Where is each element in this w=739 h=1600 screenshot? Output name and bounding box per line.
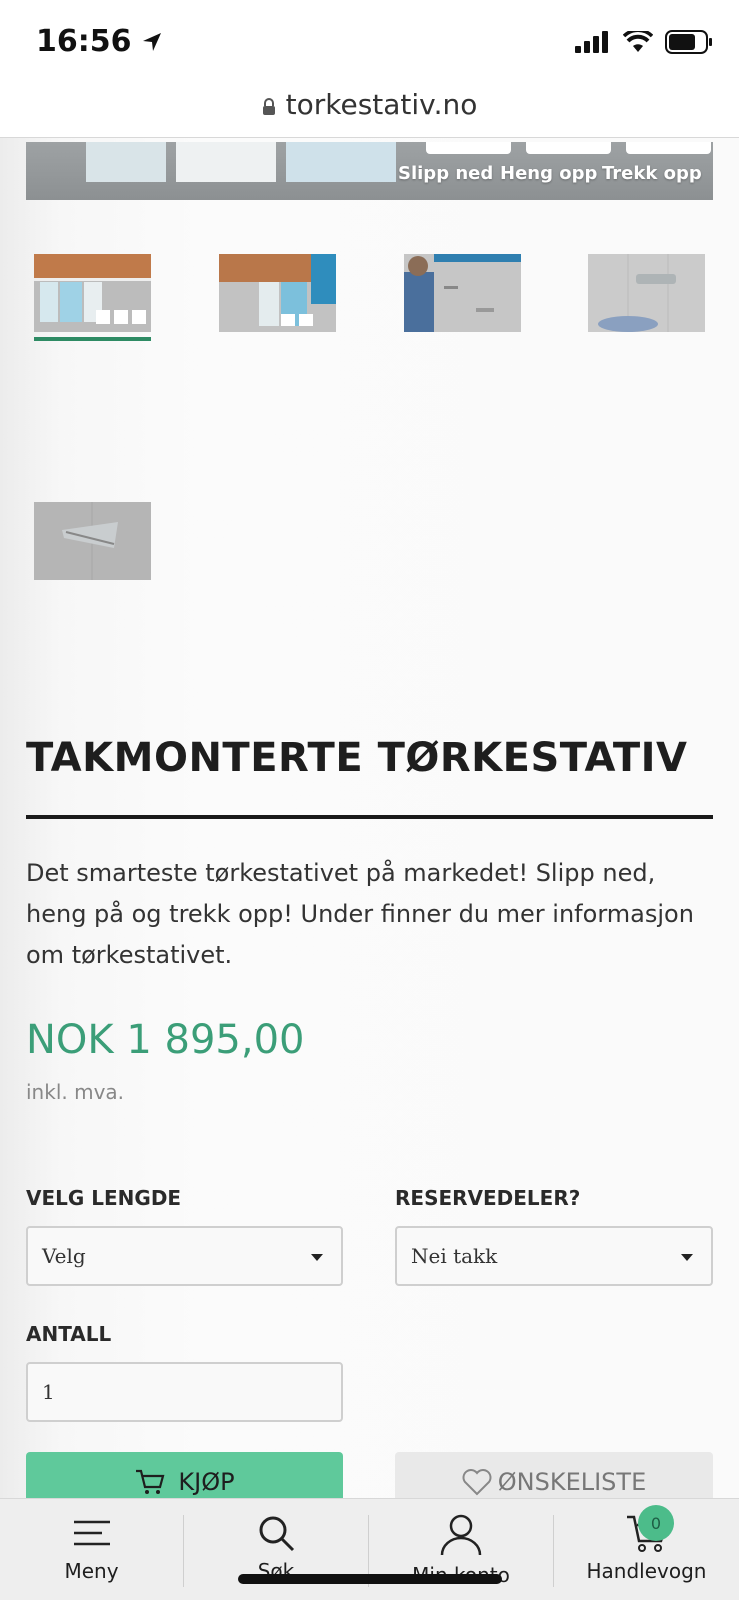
product-description: Det smarteste tørkestativet på markedet!… [26,859,694,969]
status-bar: 16:56 [0,0,739,88]
nav-search[interactable]: Søk [184,1499,368,1600]
thumbnail-2[interactable] [219,254,336,332]
signal-icon [575,31,608,53]
product-title: TAKMONTERTE TØRKESTATIV [26,735,688,781]
hero-image: Slipp ned Heng opp Trekk opp [26,142,713,200]
quantity-field[interactable]: 1 [26,1362,343,1422]
product-price: NOK 1 895,00 [26,1017,305,1063]
status-icons [575,30,713,54]
quantity-label: ANTALL [26,1322,112,1346]
length-select[interactable]: Velg [26,1226,343,1286]
parts-label: RESERVEDELER? [395,1186,581,1210]
quantity-value: 1 [42,1380,55,1404]
hero-tag-drop: Slipp ned [398,163,494,184]
cart-icon [136,1469,165,1494]
wishlist-label: ØNSKELISTE [497,1468,647,1496]
nav-account[interactable]: Min konto [369,1499,553,1600]
nav-menu-label: Meny [64,1559,119,1583]
heart-icon [462,1469,492,1496]
length-label: VELG LENGDE [26,1186,182,1210]
thumbnail-4[interactable] [588,254,705,332]
hero-cloth [286,142,396,182]
user-icon [440,1514,482,1556]
thumbnail-1[interactable] [34,254,151,332]
hero-cloth [176,142,276,182]
nav-menu[interactable]: Meny [0,1499,183,1600]
length-select-value: Velg [42,1244,86,1268]
status-time: 16:56 [36,24,164,59]
hero-tagbox [626,142,711,154]
thumbnail-active-indicator [34,337,151,341]
title-divider [26,815,713,819]
hero-tagbox [526,142,611,154]
parts-select[interactable]: Nei takk [395,1226,713,1286]
thumbnail-5[interactable] [34,502,151,580]
chevron-down-icon [681,1254,693,1261]
hero-cloth [86,142,166,182]
bottom-nav: Meny Søk Min konto 0 Handlevogn [0,1498,739,1600]
lock-icon [262,98,275,115]
hero-tagbox [426,142,511,154]
search-icon [259,1516,295,1552]
url-text: torkestativ.no [285,88,478,121]
parts-select-value: Nei takk [411,1244,498,1268]
cart-count-badge: 0 [638,1505,674,1541]
hero-tag-pull: Trekk opp [602,163,702,184]
nav-cart[interactable]: 0 Handlevogn [554,1499,739,1600]
vat-note: inkl. mva. [26,1080,125,1104]
buy-label: KJØP [178,1468,235,1496]
location-arrow-icon [142,32,161,51]
nav-cart-label: Handlevogn [586,1559,707,1583]
address-bar[interactable]: torkestativ.no [0,88,739,138]
clock: 16:56 [36,24,132,59]
battery-icon [665,30,712,54]
hero-tag-hang: Heng opp [500,163,598,184]
wifi-icon [623,31,653,52]
chevron-down-icon [311,1254,323,1261]
home-indicator [238,1574,502,1584]
menu-icon [73,1520,110,1546]
thumbnail-3[interactable] [404,254,521,332]
